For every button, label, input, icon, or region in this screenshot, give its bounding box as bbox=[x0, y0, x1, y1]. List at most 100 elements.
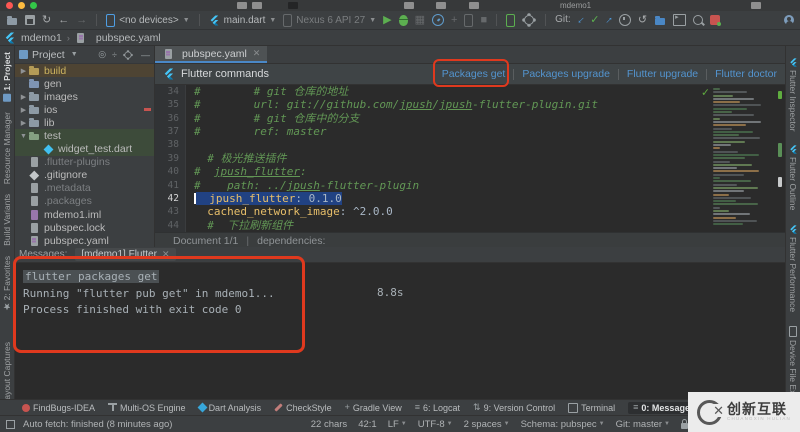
stripe-resource-manager[interactable]: Resource Manager bbox=[2, 112, 12, 184]
breadcrumb-file[interactable]: pubspec.yaml bbox=[96, 32, 161, 44]
code-line-40[interactable]: 40 # jpush_flutter: bbox=[155, 165, 785, 179]
tree-item-ios[interactable]: ▶ ios bbox=[15, 103, 154, 116]
editor-area: pubspec.yaml ✕ Flutter commands Packages… bbox=[155, 46, 785, 248]
status-schema-pubspec[interactable]: Schema: pubspec ▼ bbox=[521, 419, 605, 430]
tab-pubspec-yaml[interactable]: pubspec.yaml ✕ bbox=[155, 46, 268, 63]
avd-manager-icon[interactable] bbox=[506, 13, 516, 27]
code-line-35[interactable]: 35 # url: git://github.com/jpush/jpush-fl… bbox=[155, 98, 785, 112]
attach-debugger-icon: + bbox=[451, 13, 458, 26]
sdk-manager-icon[interactable] bbox=[524, 15, 535, 25]
tree-item-mdemo1-iml[interactable]: mdemo1.iml bbox=[15, 208, 154, 221]
collapse-all-icon[interactable]: ÷ bbox=[112, 50, 117, 60]
git-update-icon[interactable]: ↓ bbox=[575, 13, 587, 25]
project-view-title[interactable]: Project bbox=[32, 49, 65, 61]
toolwindow-dart-analysis[interactable]: Dart Analysis bbox=[197, 403, 261, 413]
stripe-build-variants[interactable]: Build Variants bbox=[2, 194, 12, 246]
tree-item--packages[interactable]: .packages bbox=[15, 195, 154, 208]
profile-avatar[interactable] bbox=[784, 15, 794, 25]
toolwindow-terminal[interactable]: Terminal bbox=[568, 402, 615, 413]
code-line-42[interactable]: 42 jpush_flutter: 0.1.0 bbox=[155, 191, 785, 206]
tree-item-lib[interactable]: ▶ lib bbox=[15, 116, 154, 129]
code-line-37[interactable]: 37 # ref: master bbox=[155, 125, 785, 139]
tool-window-switcher-icon[interactable] bbox=[6, 419, 15, 429]
flutter-commands-banner: Flutter commands Packages get Packages up… bbox=[155, 64, 785, 85]
close-icon[interactable]: ✕ bbox=[162, 249, 170, 260]
debug-button[interactable] bbox=[398, 14, 408, 26]
maximize-window-button[interactable] bbox=[30, 2, 37, 9]
sync-icon[interactable]: ↻ bbox=[42, 14, 51, 26]
locate-file-icon[interactable]: ◎ bbox=[98, 49, 106, 60]
stripe-flutter-outline[interactable]: Flutter Outline bbox=[788, 145, 798, 211]
stripe-flutter-performance[interactable]: Flutter Performance bbox=[788, 225, 798, 312]
device-selector[interactable]: <no devices> ▼ bbox=[106, 13, 190, 27]
chevron-down-icon[interactable]: ▼ bbox=[71, 51, 78, 58]
close-window-button[interactable] bbox=[6, 2, 13, 9]
code-line-38[interactable]: 38 bbox=[155, 138, 785, 152]
messages-console[interactable]: flutter packages get Running "flutter pu… bbox=[15, 263, 785, 400]
code-line-41[interactable]: 41 # path: ../jpush-flutter-plugin bbox=[155, 178, 785, 192]
action-packages-get[interactable]: Packages get bbox=[442, 68, 506, 80]
yaml-breadcrumb[interactable]: dependencies: bbox=[257, 235, 325, 247]
show-in-files-icon[interactable] bbox=[654, 15, 666, 26]
save-all-icon[interactable] bbox=[25, 15, 35, 25]
background-window-fragment bbox=[436, 2, 446, 9]
profiler-icon[interactable] bbox=[432, 14, 445, 26]
status-git-master[interactable]: Git: master ▼ bbox=[616, 419, 670, 430]
git-commit-icon[interactable]: ✓ bbox=[590, 14, 599, 26]
code-line-34[interactable]: 34 # # git 仓库的地址 bbox=[155, 85, 785, 99]
open-icon[interactable] bbox=[6, 15, 18, 26]
action-flutter-upgrade[interactable]: Flutter upgrade bbox=[627, 68, 698, 80]
plugin-icon[interactable] bbox=[710, 15, 722, 26]
stripe-device-file-explorer[interactable]: Device File Explorer bbox=[788, 325, 798, 399]
code-line-43[interactable]: 43 cached_network_image: ^2.0.0 bbox=[155, 205, 785, 219]
toolwindow-findbugs-idea[interactable]: FindBugs-IDEA bbox=[22, 403, 95, 413]
panel-settings-icon[interactable] bbox=[124, 51, 132, 58]
action-flutter-doctor[interactable]: Flutter doctor bbox=[715, 68, 777, 80]
rollback-icon[interactable]: ↺ bbox=[638, 14, 647, 26]
toolwindow-multi-os-engine[interactable]: Multi-OS Engine bbox=[108, 402, 186, 413]
run-config-selector[interactable]: main.dart ▼ bbox=[209, 15, 276, 26]
stripe-layout-captures[interactable]: Layout Captures bbox=[2, 342, 12, 399]
code-editor[interactable]: 34 # # git 仓库的地址 35 # url: git://github.com… bbox=[155, 85, 785, 232]
git-push-icon[interactable]: ↑ bbox=[603, 13, 615, 25]
stripe-flutter-inspector[interactable]: Flutter Inspector bbox=[788, 58, 798, 131]
hide-panel-icon[interactable]: — bbox=[141, 50, 150, 60]
lock-icon[interactable] bbox=[681, 418, 688, 429]
tree-item--flutter-plugins[interactable]: .flutter-plugins bbox=[15, 156, 154, 169]
tree-item-build[interactable]: ▶ build bbox=[15, 64, 154, 78]
history-icon[interactable] bbox=[618, 14, 631, 26]
tree-item-pubspec-lock[interactable]: pubspec.lock bbox=[15, 221, 154, 234]
run-anything-icon[interactable] bbox=[673, 13, 687, 26]
tree-item--gitignore[interactable]: .gitignore bbox=[15, 169, 154, 182]
back-icon[interactable]: ← bbox=[58, 14, 69, 26]
code-line-39[interactable]: 39 # 极光推送插件 bbox=[155, 151, 785, 166]
status-2-spaces[interactable]: 2 spaces ▼ bbox=[464, 419, 510, 430]
status-utf-8[interactable]: UTF-8 ▼ bbox=[418, 419, 453, 430]
flutter-icon bbox=[163, 68, 175, 80]
tree-item--metadata[interactable]: .metadata bbox=[15, 182, 154, 195]
tree-item-widget-test-dart[interactable]: widget_test.dart bbox=[15, 142, 154, 156]
toolwindow-checkstyle[interactable]: CheckStyle bbox=[274, 403, 332, 413]
toolwindow-9-version-control[interactable]: ⇅ 9: Version Control bbox=[473, 403, 555, 413]
toolwindow-6-logcat[interactable]: ≡ 6: Logcat bbox=[415, 403, 460, 413]
action-packages-upgrade[interactable]: Packages upgrade bbox=[522, 68, 610, 80]
close-tab-icon[interactable]: ✕ bbox=[253, 48, 261, 59]
code-line-44[interactable]: 44 # 下拉刷新组件 bbox=[155, 218, 785, 232]
search-everywhere-icon[interactable] bbox=[693, 15, 704, 25]
tree-item-test[interactable]: ▼ test bbox=[15, 129, 154, 143]
stripe-1-project[interactable]: 1: Project bbox=[2, 52, 12, 102]
minimize-window-button[interactable] bbox=[18, 2, 25, 9]
stripe-2-favorites[interactable]: 2: Favorites bbox=[2, 256, 12, 310]
tree-item-gen[interactable]: gen bbox=[15, 77, 154, 90]
tree-item-pubspec-yaml[interactable]: pubspec.yaml bbox=[15, 234, 154, 247]
toolwindow-gradle-view[interactable]: + Gradle View bbox=[345, 403, 402, 413]
inspection-ok-icon: ✓ bbox=[701, 85, 709, 99]
tree-item-images[interactable]: ▶ images bbox=[15, 90, 154, 103]
messages-tab[interactable]: [mdemo1] Flutter ✕ bbox=[75, 248, 176, 261]
code-minimap[interactable] bbox=[713, 88, 771, 228]
status-lf[interactable]: LF ▼ bbox=[388, 419, 407, 430]
code-line-36[interactable]: 36 # # git 仓库中的分支 bbox=[155, 111, 785, 126]
breadcrumb-project[interactable]: mdemo1 bbox=[21, 32, 62, 44]
run-button[interactable]: ▶ bbox=[383, 14, 391, 26]
target-device-selector[interactable]: Nexus 6 API 27 ▼ bbox=[283, 13, 376, 27]
